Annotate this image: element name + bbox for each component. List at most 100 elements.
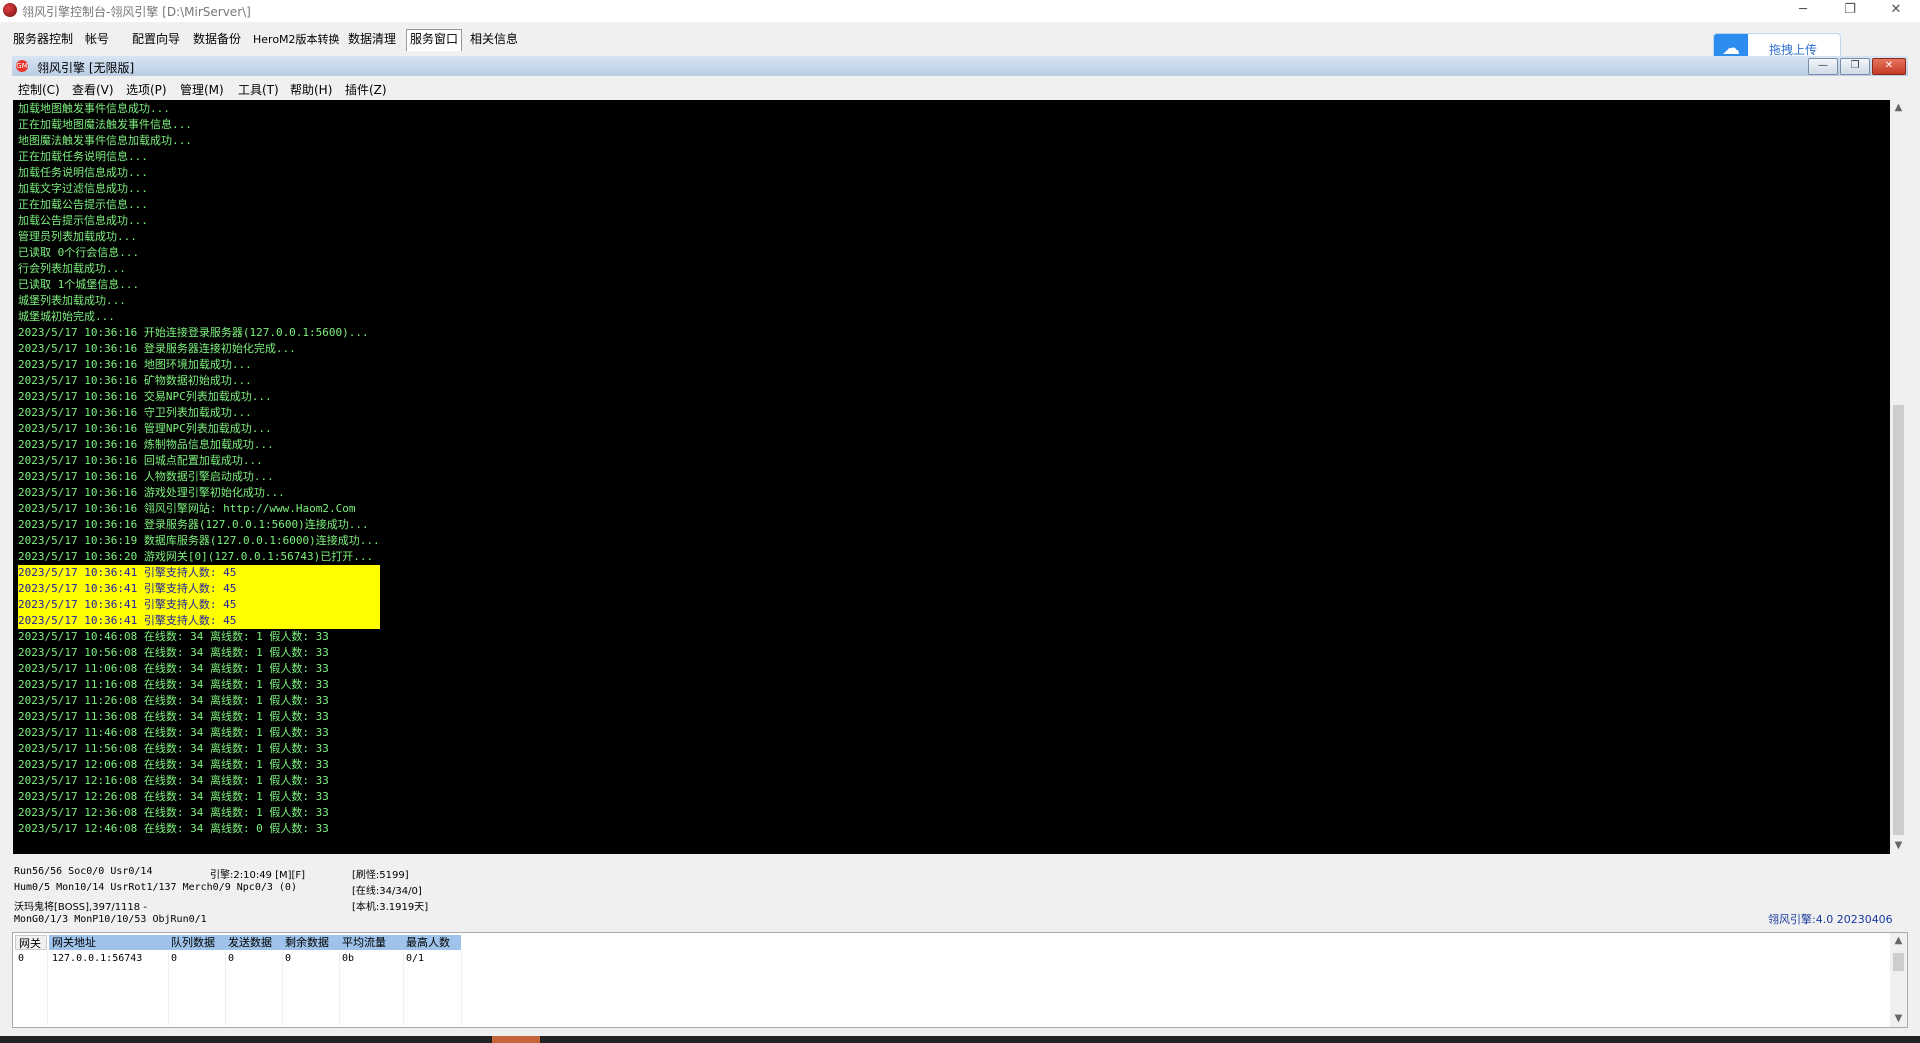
tab-server-control[interactable]: 服务器控制 — [10, 30, 76, 49]
log-line: 2023/5/17 11:26:08 在线数: 34 离线数: 1 假人数: 3… — [18, 694, 329, 707]
scroll-down-icon[interactable]: ▼ — [1890, 1011, 1907, 1027]
menu-plugins[interactable]: 插件(Z) — [345, 81, 387, 98]
status-hum: Hum0/5 Mon10/14 UsrRot1/137 Merch0/9 Npc… — [14, 882, 297, 893]
log-line: 2023/5/17 10:36:16 矿物数据初始成功... — [18, 374, 252, 387]
log-console[interactable]: 加载地图触发事件信息成功... 正在加载地图魔法触发事件信息... 地图魔法触发事件… — [13, 100, 1890, 854]
log-line: 2023/5/17 10:36:16 交易NPC列表加载成功... — [18, 390, 272, 403]
log-line: 2023/5/17 11:36:08 在线数: 34 离线数: 1 假人数: 3… — [18, 710, 329, 723]
log-list: 加载地图触发事件信息成功... 正在加载地图魔法触发事件信息... 地图魔法触发事件… — [18, 101, 380, 837]
minimize-button[interactable]: ─ — [1783, 0, 1823, 22]
column-gateway[interactable]: 网关 — [15, 935, 47, 950]
taskbar-strip — [0, 1036, 1920, 1043]
log-line: 已读取 0个行会信息... — [18, 246, 140, 259]
log-line: 2023/5/17 11:46:08 在线数: 34 离线数: 1 假人数: 3… — [18, 726, 329, 739]
log-line: 2023/5/17 10:36:16 守卫列表加载成功... — [18, 406, 252, 419]
menu-tools[interactable]: 工具(T) — [238, 81, 279, 98]
scroll-up-icon[interactable]: ▲ — [1890, 100, 1907, 116]
inner-window-title-bar: GM 翎风引擎 [无限版] — ❐ ✕ — [12, 56, 1908, 76]
inner-window-title: 翎风引擎 [无限版] — [37, 61, 135, 75]
grid-line — [461, 951, 462, 1025]
log-line: 2023/5/17 10:36:20 游戏网关[0](127.0.0.1:567… — [18, 550, 374, 563]
maximize-button[interactable]: ❐ — [1830, 0, 1870, 22]
cell-gateway-address: 127.0.0.1:56743 — [52, 953, 143, 964]
log-line: 2023/5/17 10:36:16 登录服务器(127.0.0.1:5600)… — [18, 518, 369, 531]
log-line: 管理员列表加载成功... — [18, 230, 137, 243]
tab-data-cleanup[interactable]: 数据清理 — [345, 30, 399, 49]
log-line: 2023/5/17 10:36:16 翎风引擎网站: http://www.Ha… — [18, 502, 356, 515]
status-online: [在线:34/34/0] — [352, 886, 422, 897]
log-line: 2023/5/17 10:36:16 人物数据引擎启动成功... — [18, 470, 274, 483]
status-panel: Run56/56 Soc0/0 Usr0/14 Hum0/5 Mon10/14 … — [12, 864, 1908, 928]
tab-data-backup[interactable]: 数据备份 — [190, 30, 244, 49]
status-refresh: [刷怪:5199] — [352, 870, 409, 881]
app-icon — [3, 3, 17, 17]
log-line: 已读取 1个城堡信息... — [18, 278, 140, 291]
cell-max-users: 0/1 — [406, 953, 425, 964]
console-scroll-thumb[interactable] — [1893, 405, 1904, 835]
log-line: 2023/5/17 12:26:08 在线数: 34 离线数: 1 假人数: 3… — [18, 790, 329, 803]
cell-avg-traffic: 0b — [342, 953, 355, 964]
log-line: 2023/5/17 10:36:16 登录服务器连接初始化完成... — [18, 342, 296, 355]
log-line: 2023/5/17 10:36:41 引擎支持人数: 45 — [18, 581, 380, 597]
column-queue-data[interactable]: 队列数据 — [168, 935, 225, 950]
log-line: 2023/5/17 12:06:08 在线数: 34 离线数: 1 假人数: 3… — [18, 758, 329, 771]
column-max-users[interactable]: 最高人数 — [403, 935, 461, 950]
log-line: 加载公告提示信息成功... — [18, 214, 148, 227]
log-line: 2023/5/17 12:16:08 在线数: 34 离线数: 1 假人数: 3… — [18, 774, 329, 787]
close-button[interactable]: ✕ — [1876, 0, 1916, 22]
status-engine-uptime: 引擎:2:10:49 [M][F] — [210, 870, 306, 881]
gateway-scrollbar[interactable]: ▲ ▼ — [1890, 933, 1907, 1027]
tab-config-wizard[interactable]: 配置向导 — [129, 30, 183, 49]
column-send-data[interactable]: 发送数据 — [225, 935, 282, 950]
status-boss: 沃玛鬼将[BOSS],397/1118 - — [14, 902, 147, 913]
log-line: 2023/5/17 10:36:41 引擎支持人数: 45 — [18, 597, 380, 613]
column-gateway-address[interactable]: 网关地址 — [49, 935, 179, 950]
column-avg-traffic[interactable]: 平均流量 — [339, 935, 403, 950]
cell-remaining-data: 0 — [285, 953, 292, 964]
console-scrollbar[interactable]: ▲ ▼ — [1890, 100, 1907, 854]
menu-help[interactable]: 帮助(H) — [290, 81, 332, 98]
menu-options[interactable]: 选项(P) — [126, 81, 167, 98]
menu-manage[interactable]: 管理(M) — [180, 81, 224, 98]
gateway-table: 网关 网关地址 队列数据 发送数据 剩余数据 平均流量 最高人数 0 127.0… — [12, 932, 1908, 1028]
log-line: 加载任务说明信息成功... — [18, 166, 148, 179]
log-line: 2023/5/17 12:36:08 在线数: 34 离线数: 1 假人数: 3… — [18, 806, 329, 819]
scroll-up-icon[interactable]: ▲ — [1890, 933, 1907, 949]
log-line: 2023/5/17 10:36:16 地图环境加载成功... — [18, 358, 252, 371]
log-line: 2023/5/17 10:46:08 在线数: 34 离线数: 1 假人数: 3… — [18, 630, 329, 643]
menu-control[interactable]: 控制(C) — [18, 81, 60, 98]
status-run: Run56/56 Soc0/0 Usr0/14 — [14, 866, 153, 877]
status-local: [本机:3.1919天] — [352, 902, 429, 913]
tab-service-window[interactable]: 服务窗口 — [406, 29, 463, 51]
inner-restore-button[interactable]: ❐ — [1840, 58, 1870, 75]
log-line: 正在加载公告提示信息... — [18, 198, 148, 211]
taskbar-accent — [492, 1036, 540, 1043]
log-line: 2023/5/17 10:36:41 引擎支持人数: 45 — [18, 613, 380, 629]
status-mon: MonG0/1/3 MonP10/10/53 ObjRun0/1 — [14, 914, 207, 925]
log-line: 2023/5/17 10:36:41 引擎支持人数: 45 — [18, 565, 380, 581]
log-line: 正在加载任务说明信息... — [18, 150, 148, 163]
log-line: 2023/5/17 11:16:08 在线数: 34 离线数: 1 假人数: 3… — [18, 678, 329, 691]
log-line: 2023/5/17 10:36:16 游戏处理引擎初始化成功... — [18, 486, 285, 499]
log-line: 2023/5/17 10:56:08 在线数: 34 离线数: 1 假人数: 3… — [18, 646, 329, 659]
log-line: 2023/5/17 12:46:08 在线数: 34 离线数: 0 假人数: 3… — [18, 822, 329, 835]
log-line: 2023/5/17 10:36:19 数据库服务器(127.0.0.1:6000… — [18, 534, 380, 547]
title-bar: 翎风引擎控制台-翎风引擎 [D:\MirServer\] ─ ❐ ✕ — [0, 0, 1920, 22]
tab-bar: 服务器控制 帐号 配置向导 数据备份 HeroM2版本转换 数据清理 服务窗口 … — [0, 29, 1920, 51]
log-line: 2023/5/17 10:36:16 回城点配置加载成功... — [18, 454, 263, 467]
log-line: 行会列表加载成功... — [18, 262, 126, 275]
tab-herom2-convert[interactable]: HeroM2版本转换 — [250, 30, 343, 49]
gateway-scroll-thumb[interactable] — [1893, 953, 1904, 971]
tab-related-info[interactable]: 相关信息 — [467, 30, 521, 49]
column-remaining-data[interactable]: 剩余数据 — [282, 935, 339, 950]
cell-send-data: 0 — [228, 953, 235, 964]
inner-minimize-button[interactable]: — — [1808, 58, 1838, 75]
window-title: 翎风引擎控制台-翎风引擎 [D:\MirServer\] — [22, 5, 251, 19]
inner-close-button[interactable]: ✕ — [1872, 58, 1906, 75]
menu-view[interactable]: 查看(V) — [72, 81, 114, 98]
log-line: 地图魔法触发事件信息加载成功... — [18, 134, 192, 147]
menu-bar: 控制(C) 查看(V) 选项(P) 管理(M) 工具(T) 帮助(H) 插件(Z… — [12, 78, 1908, 98]
scroll-down-icon[interactable]: ▼ — [1890, 838, 1907, 854]
log-line: 2023/5/17 11:56:08 在线数: 34 离线数: 1 假人数: 3… — [18, 742, 329, 755]
tab-account[interactable]: 帐号 — [82, 30, 112, 49]
